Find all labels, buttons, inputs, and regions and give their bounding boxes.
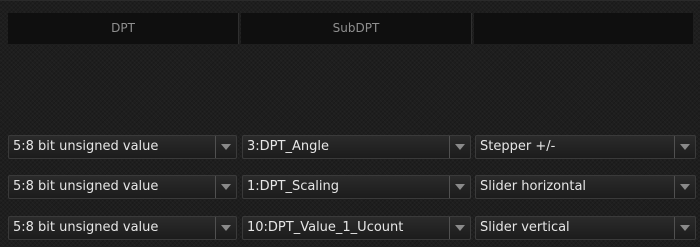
dropdown-button[interactable] [449, 176, 470, 198]
chevron-down-icon [680, 144, 690, 150]
dpt-select[interactable]: 5:8 bit unsigned value [8, 135, 237, 159]
dpt-select[interactable]: 5:8 bit unsigned value [8, 216, 237, 240]
table-row: 5:8 bit unsigned value 3:DPT_Angle Stepp… [8, 135, 696, 159]
chevron-down-icon [680, 184, 690, 190]
chevron-down-icon [455, 144, 465, 150]
knx-object-editor: DPT SubDPT 5:8 bit unsigned value 3:DPT_… [0, 0, 700, 247]
chevron-down-icon [680, 225, 690, 231]
dpt-select-value: 5:8 bit unsigned value [13, 220, 159, 235]
dropdown-button[interactable] [449, 136, 470, 158]
widget-type-select-value: Slider vertical [480, 220, 570, 235]
column-header-row: DPT SubDPT [8, 13, 693, 44]
subdpt-select[interactable]: 10:DPT_Value_1_Ucount [242, 216, 471, 240]
chevron-down-icon [221, 225, 231, 231]
subdpt-select-value: 1:DPT_Scaling [247, 179, 340, 194]
widget-type-select[interactable]: Slider vertical [475, 216, 696, 240]
table-row: 5:8 bit unsigned value 1:DPT_Scaling Sli… [8, 175, 696, 199]
subdpt-select[interactable]: 3:DPT_Angle [242, 135, 471, 159]
widget-type-select[interactable]: Stepper +/- [475, 135, 696, 159]
widget-type-select-value: Stepper +/- [480, 139, 556, 154]
subdpt-select-value: 3:DPT_Angle [247, 139, 329, 154]
column-header-dpt: DPT [8, 13, 239, 44]
subdpt-select[interactable]: 1:DPT_Scaling [242, 175, 471, 199]
dropdown-button[interactable] [215, 176, 236, 198]
chevron-down-icon [455, 184, 465, 190]
table-row: 5:8 bit unsigned value 10:DPT_Value_1_Uc… [8, 216, 696, 240]
column-header-widget [474, 13, 693, 44]
dpt-select-value: 5:8 bit unsigned value [13, 179, 159, 194]
dropdown-button[interactable] [674, 136, 695, 158]
dropdown-button[interactable] [674, 217, 695, 239]
dropdown-button[interactable] [215, 136, 236, 158]
widget-type-select-value: Slider horizontal [480, 179, 587, 194]
column-header-subdpt: SubDPT [241, 13, 472, 44]
dropdown-button[interactable] [674, 176, 695, 198]
widget-type-select[interactable]: Slider horizontal [475, 175, 696, 199]
chevron-down-icon [455, 225, 465, 231]
chevron-down-icon [221, 144, 231, 150]
chevron-down-icon [221, 184, 231, 190]
dropdown-button[interactable] [215, 217, 236, 239]
subdpt-select-value: 10:DPT_Value_1_Ucount [247, 220, 404, 235]
dpt-select-value: 5:8 bit unsigned value [13, 139, 159, 154]
dropdown-button[interactable] [449, 217, 470, 239]
dpt-select[interactable]: 5:8 bit unsigned value [8, 175, 237, 199]
